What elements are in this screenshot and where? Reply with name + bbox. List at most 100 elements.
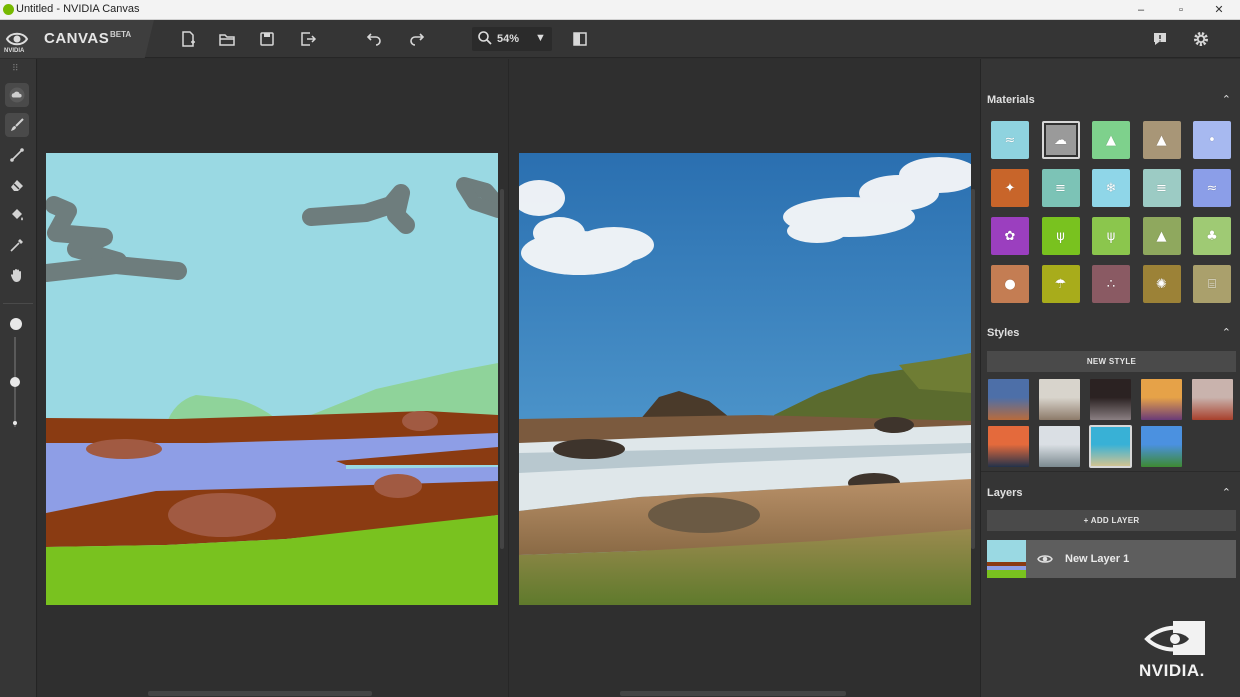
styles-header[interactable]: Styles ⌃ [987, 325, 1237, 343]
settings-button[interactable] [1189, 27, 1213, 51]
material-dirt[interactable]: ✦ [991, 169, 1029, 207]
material-sea[interactable]: ≈ [991, 121, 1029, 159]
material-grass[interactable]: ψ [1041, 217, 1080, 255]
left-horizontal-scrollbar[interactable] [148, 691, 372, 696]
segmentation-painting [46, 153, 498, 605]
open-file-button[interactable] [215, 27, 239, 51]
material-sand[interactable]: ✺ [1142, 265, 1181, 303]
material-flower[interactable]: ✿ [991, 217, 1029, 255]
eraser-icon [11, 180, 23, 191]
material-bush[interactable]: ▲ [1142, 217, 1181, 255]
styles-title: Styles [987, 327, 1020, 339]
save-button[interactable] [255, 27, 279, 51]
split-view-button[interactable] [568, 27, 592, 51]
material-river-icon: ≡ [1156, 180, 1167, 196]
line-tool[interactable] [5, 143, 29, 167]
material-rock-icon: ● [1004, 276, 1016, 292]
material-water-icon: ≈ [1206, 180, 1218, 196]
redo-button[interactable] [406, 27, 430, 51]
split-view-icon [573, 32, 587, 46]
maximize-button[interactable]: ▫ [1166, 0, 1196, 20]
style-thumb-6[interactable] [988, 426, 1029, 467]
style-thumb-4[interactable] [1141, 379, 1182, 420]
material-water[interactable]: ≈ [1193, 169, 1231, 207]
style-thumb-8[interactable] [1089, 425, 1132, 468]
material-hill[interactable]: ▲ [1092, 121, 1130, 159]
material-beach[interactable]: ☂ [1041, 265, 1080, 303]
material-snow[interactable]: ❄ [1092, 169, 1130, 207]
tool-strip: ⠿ [0, 59, 37, 697]
layer-row[interactable]: New Layer 1 [987, 540, 1236, 578]
left-vertical-scrollbar[interactable] [500, 189, 504, 549]
brush-tool[interactable] [5, 113, 29, 137]
style-thumb-7[interactable] [1039, 426, 1080, 467]
material-cloud[interactable]: ☁ [1041, 121, 1080, 159]
settings-icon [1194, 32, 1208, 46]
add-layer-button[interactable]: + ADD LAYER [987, 510, 1236, 531]
layers-header[interactable]: Layers ⌃ [987, 485, 1237, 503]
material-gravel[interactable]: ∴ [1092, 265, 1130, 303]
split-divider[interactable] [508, 59, 509, 697]
fill-bucket-icon [12, 209, 23, 221]
undo-button[interactable] [361, 27, 385, 51]
material-cloud-icon: ☁ [1054, 132, 1067, 148]
material-plant[interactable]: ψ [1092, 217, 1130, 255]
material-tree-icon: ♣ [1206, 228, 1218, 244]
material-stone[interactable]: ⌸ [1193, 265, 1231, 303]
generated-output-image [519, 153, 971, 605]
new-style-button[interactable]: NEW STYLE [987, 351, 1236, 372]
brush-size-small-dot [13, 421, 17, 425]
material-sky[interactable]: • [1193, 121, 1231, 159]
materials-header[interactable]: Materials ⌃ [987, 92, 1237, 110]
brush-size-slider-thumb[interactable] [10, 377, 20, 387]
material-plant-icon: ψ [1106, 228, 1116, 244]
feedback-button[interactable] [1148, 27, 1172, 51]
eraser-tool[interactable] [5, 173, 29, 197]
material-grass-icon: ψ [1056, 228, 1065, 244]
material-sky-icon: • [1208, 132, 1216, 148]
right-horizontal-scrollbar[interactable] [620, 691, 846, 696]
eyedropper-tool[interactable] [5, 233, 29, 257]
nvidia-canvas-app: Untitled - NVIDIA Canvas – ▫ ✕ NVIDIA CA… [0, 0, 1240, 697]
new-file-button[interactable] [176, 27, 200, 51]
open-folder-icon [219, 34, 235, 46]
material-tree[interactable]: ♣ [1193, 217, 1231, 255]
material-rock[interactable]: ● [991, 265, 1029, 303]
style-thumb-2[interactable] [1039, 379, 1080, 420]
material-snow-icon: ❄ [1105, 180, 1117, 196]
layer-visibility-eye-icon[interactable] [1037, 551, 1053, 567]
nvidia-wordmark: NVIDIA. [1139, 661, 1205, 680]
material-bush-icon: ▲ [1156, 228, 1167, 244]
material-fog[interactable]: ≡ [1041, 169, 1080, 207]
redo-icon [410, 33, 425, 46]
styles-collapse-icon[interactable]: ⌃ [1222, 326, 1231, 339]
style-thumb-5[interactable] [1192, 379, 1233, 420]
style-thumb-3[interactable] [1090, 379, 1131, 420]
material-picker-tool[interactable] [5, 83, 29, 107]
right-vertical-scrollbar[interactable] [971, 189, 975, 549]
material-picker-icon [9, 87, 25, 103]
style-thumb-9[interactable] [1141, 426, 1182, 467]
zoom-dropdown-caret[interactable]: ▼ [535, 32, 546, 44]
close-button[interactable]: ✕ [1204, 0, 1234, 20]
rock-blob-2 [402, 411, 438, 431]
paint-canvas[interactable] [46, 153, 498, 605]
material-mountain[interactable]: ▲ [1142, 121, 1181, 159]
material-fog-icon: ≡ [1055, 180, 1066, 196]
rock-1 [553, 439, 625, 459]
pan-tool[interactable] [5, 263, 29, 287]
fill-tool[interactable] [5, 203, 29, 227]
materials-collapse-icon[interactable]: ⌃ [1222, 93, 1231, 106]
landscape-render [519, 153, 971, 605]
layer-name: New Layer 1 [1065, 553, 1130, 565]
material-river[interactable]: ≡ [1142, 169, 1181, 207]
app-icon [3, 4, 14, 15]
zoom-control[interactable]: 54% ▼ [472, 27, 552, 51]
layers-collapse-icon[interactable]: ⌃ [1222, 486, 1231, 499]
export-button[interactable] [296, 27, 320, 51]
style-thumb-1[interactable] [988, 379, 1029, 420]
minimize-button[interactable]: – [1126, 0, 1156, 20]
material-sand-icon: ✺ [1156, 276, 1167, 292]
layers-title: Layers [987, 487, 1023, 499]
grip-icon: ⠿ [12, 63, 20, 73]
